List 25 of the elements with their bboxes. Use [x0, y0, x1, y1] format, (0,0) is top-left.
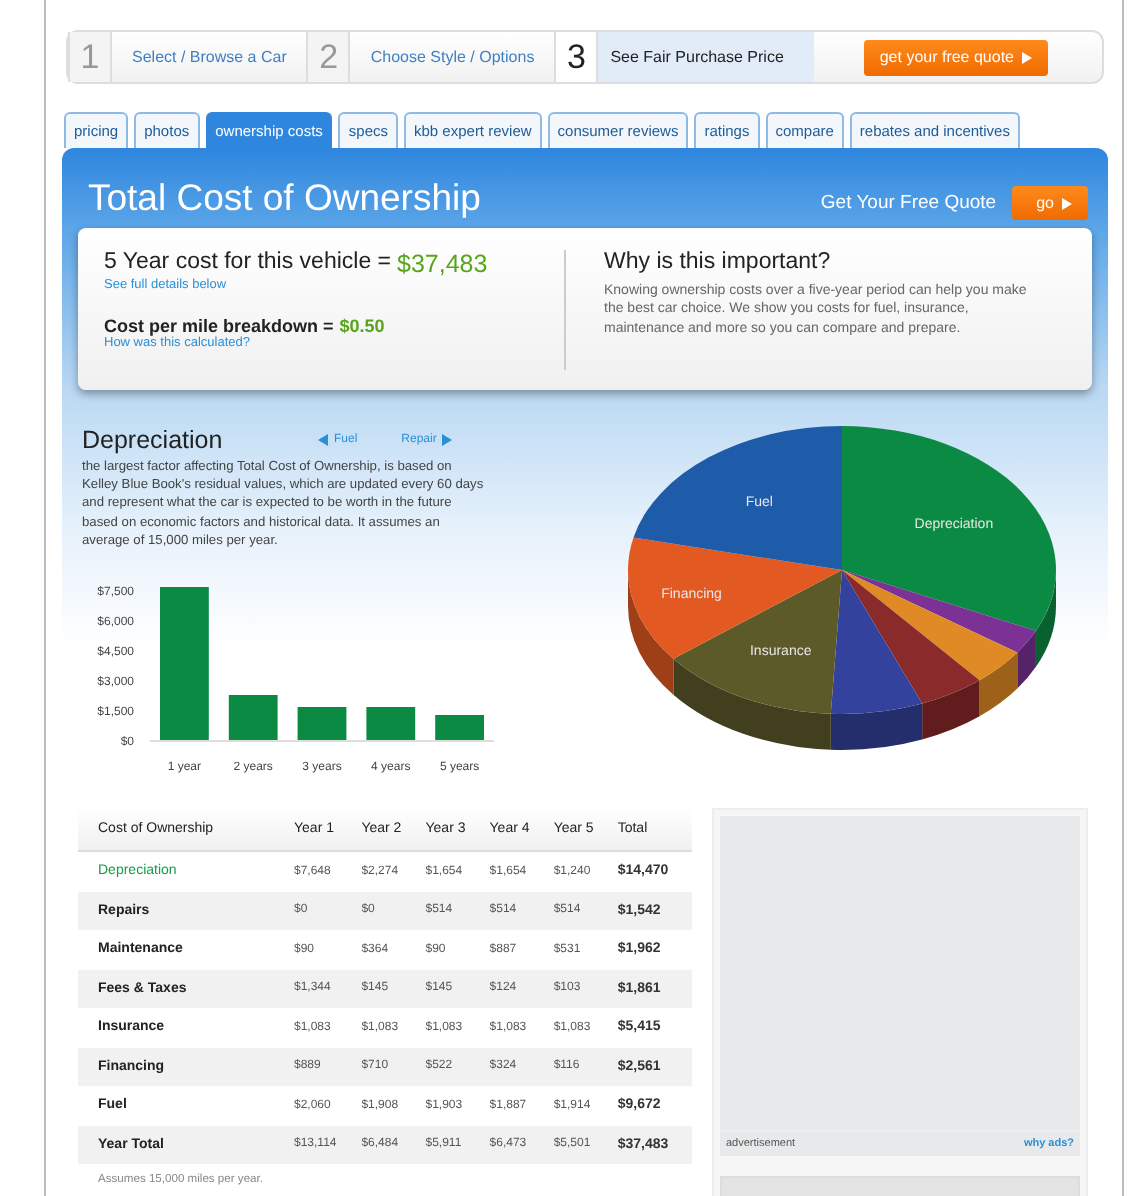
cost-value: $37,483 [397, 250, 488, 278]
cost-label: 5 Year cost for this vehicle = [104, 250, 392, 278]
bar [435, 715, 484, 741]
section-heading: Depreciation [82, 426, 225, 454]
bar [366, 707, 416, 741]
cost-value: $0.50 [339, 316, 385, 336]
bar [228, 695, 278, 741]
caret-icon [442, 434, 453, 446]
caret-icon [1022, 51, 1032, 63]
bar [297, 707, 347, 741]
step-item[interactable]: 2 Choose Style / Options [306, 32, 555, 82]
step-label: Select / Browse a Car [130, 48, 289, 66]
step-item[interactable]: 3 See Fair Purchase Price [554, 32, 814, 82]
page-title: Total Cost of Ownership [88, 176, 481, 220]
section-heading: Why is this important? [604, 250, 833, 274]
cost-label: Cost per mile breakdown = [104, 316, 334, 336]
step-label: See Fair Purchase Price [598, 32, 814, 82]
step-number: 2 [306, 32, 351, 82]
step-item[interactable]: 1 Select / Browse a Car [68, 32, 307, 82]
caret-icon [1062, 197, 1072, 209]
step-number: 3 [554, 32, 599, 82]
step-number: 1 [68, 32, 112, 82]
step-label: Choose Style / Options [368, 48, 537, 66]
quote-label: Get Your Free Quote [820, 192, 997, 214]
caret-icon [318, 434, 328, 446]
